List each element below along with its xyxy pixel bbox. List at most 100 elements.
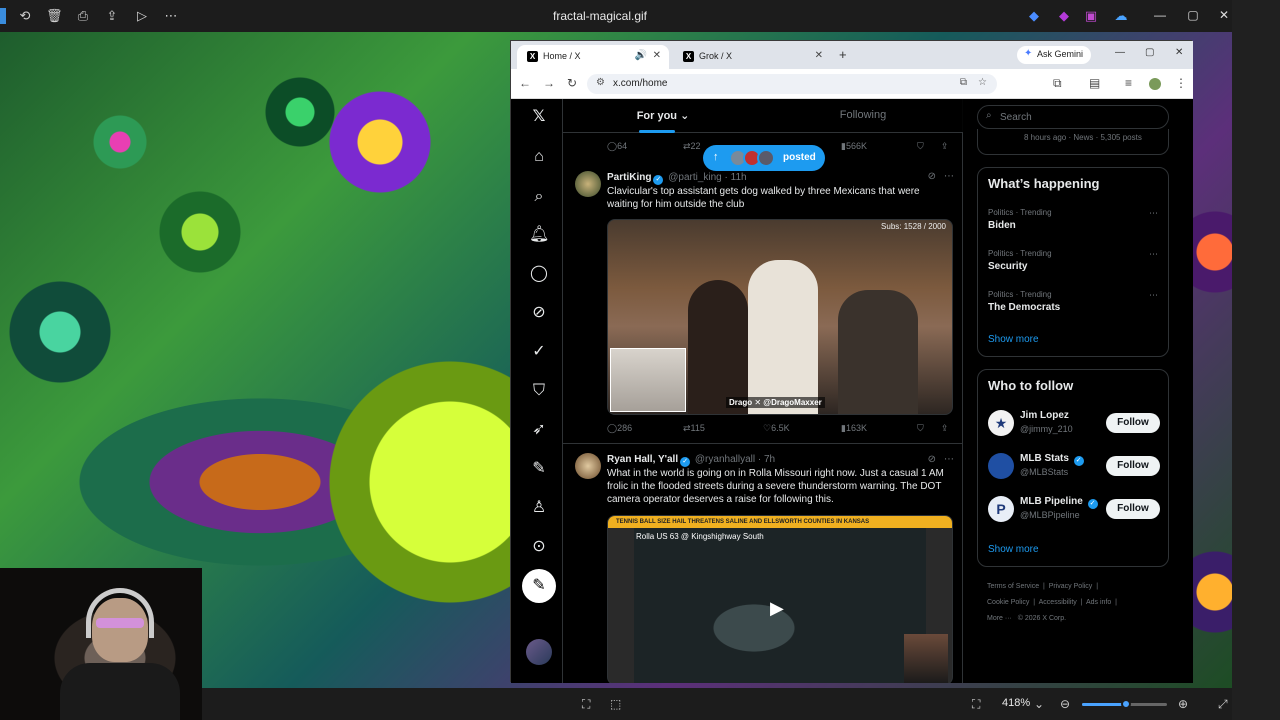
author-name[interactable]: PartiKing xyxy=(607,172,651,183)
x-home-logo-icon[interactable]: 𝕏 xyxy=(529,107,549,127)
show-more-link[interactable]: Show more xyxy=(988,334,1039,345)
follow-button[interactable]: Follow xyxy=(1106,413,1160,433)
more-icon[interactable]: ⋯ xyxy=(1149,208,1158,219)
articles-icon[interactable]: ✎ xyxy=(529,459,549,479)
tweet-media-video[interactable]: Subs: 1528 / 2000 Drago ✕ @DragoMaxxer xyxy=(607,219,953,415)
speaker-icon[interactable]: 🔊 xyxy=(635,50,647,61)
repost-button[interactable]: ⇄ 22 xyxy=(683,141,701,152)
sidepanel-icon[interactable]: ▤ xyxy=(1089,76,1100,90)
rocket-icon[interactable]: ➶ xyxy=(529,420,549,440)
footer-link[interactable]: More ··· xyxy=(987,615,1012,622)
search-input[interactable]: ⌕ Search xyxy=(977,105,1169,129)
home-icon[interactable]: ⌂ xyxy=(529,147,549,167)
more-circle-icon[interactable]: ⊙ xyxy=(529,537,549,557)
select-icon[interactable]: ⬚ xyxy=(610,697,621,711)
grok-icon[interactable]: ⊘ xyxy=(529,303,549,323)
avatar[interactable]: ★ xyxy=(988,410,1014,436)
repost-button[interactable]: ⇄ 115 xyxy=(683,423,705,434)
bookmarks-icon[interactable]: ⛉ xyxy=(529,381,549,401)
edit-app-icon[interactable]: ◆ xyxy=(1026,8,1042,24)
print-icon[interactable]: ⎙ xyxy=(75,8,91,24)
forward-icon[interactable]: → xyxy=(543,76,555,90)
tab-grok-x[interactable]: X Grok / X ✕ xyxy=(673,45,831,69)
url-field[interactable]: ⚙ x.com/home ⧉ ☆ xyxy=(587,74,997,94)
media-icon[interactable]: ≡ xyxy=(1125,76,1132,90)
maximize-button[interactable]: ▢ xyxy=(1185,8,1201,22)
new-tab-button[interactable]: + xyxy=(839,47,847,62)
avatar[interactable] xyxy=(575,171,601,197)
rotate-icon[interactable]: ⟲ xyxy=(17,8,33,24)
share-icon[interactable]: ⇪ xyxy=(941,141,949,152)
minimize-button[interactable]: — xyxy=(1152,8,1168,22)
footer-link[interactable]: Ads info xyxy=(1086,599,1111,606)
profile-avatar[interactable] xyxy=(1149,78,1161,90)
install-icon[interactable]: ⧉ xyxy=(960,77,967,88)
browser-close-button[interactable]: ✕ xyxy=(1175,47,1183,58)
crop-icon[interactable]: ⛶ xyxy=(582,697,590,712)
close-icon[interactable]: ✕ xyxy=(653,50,661,61)
news-card-partial[interactable]: 8 hours ago · News · 5,305 posts xyxy=(977,129,1169,155)
zoom-out-icon[interactable]: ⊖ xyxy=(1060,697,1070,711)
copilot-icon[interactable]: ◆ xyxy=(1056,8,1072,24)
close-button[interactable]: ✕ xyxy=(1216,8,1232,22)
fit-icon[interactable]: ⛶ xyxy=(972,697,980,712)
share-icon[interactable]: ⇪ xyxy=(941,423,949,434)
footer-link[interactable]: Accessibility xyxy=(1039,599,1077,606)
views-button[interactable]: ▮ 566K xyxy=(841,141,867,152)
grok-action-icon[interactable]: ⊘ xyxy=(928,171,936,182)
bookmark-icon[interactable]: ⛉ xyxy=(917,141,924,152)
account-avatar[interactable] xyxy=(526,639,552,665)
views-button[interactable]: ▮ 163K xyxy=(841,423,867,434)
chevron-down-icon[interactable]: ⌄ xyxy=(1034,697,1044,711)
back-icon[interactable]: ← xyxy=(519,76,531,90)
follow-button[interactable]: Follow xyxy=(1106,499,1160,519)
slideshow-icon[interactable]: ▷ xyxy=(134,8,150,24)
author-name[interactable]: Ryan Hall, Y'all xyxy=(607,454,678,465)
tab-following[interactable]: Following xyxy=(823,109,903,121)
reply-button[interactable]: ◯ 286 xyxy=(607,423,632,434)
avatar[interactable] xyxy=(988,453,1014,479)
extensions-icon[interactable]: ⧉ xyxy=(1053,76,1062,91)
delete-icon[interactable]: 🗑 xyxy=(46,8,63,24)
fullscreen-icon[interactable]: ⤢ xyxy=(1218,697,1228,712)
bookmark-star-icon[interactable]: ☆ xyxy=(978,77,987,88)
messages-icon[interactable]: ◯ xyxy=(529,264,549,284)
reload-icon[interactable]: ↻ xyxy=(567,76,577,90)
author-handle[interactable]: @parti_king xyxy=(668,172,722,183)
more-icon[interactable]: ⋯ xyxy=(163,8,179,24)
zoom-level[interactable]: 418% xyxy=(1002,697,1030,709)
tab-home-x[interactable]: X Home / X 🔊 ✕ xyxy=(517,45,669,69)
compose-button[interactable]: ✎ xyxy=(522,569,556,603)
more-icon[interactable]: ⋯ xyxy=(1149,290,1158,301)
zoom-slider[interactable] xyxy=(1082,699,1167,709)
browser-maximize-button[interactable]: ▢ xyxy=(1145,47,1154,58)
menu-icon[interactable]: ⋮ xyxy=(1175,76,1187,90)
author-handle[interactable]: @ryanhallyall xyxy=(695,454,755,465)
cloud-icon[interactable]: ☁ xyxy=(1113,8,1129,24)
explore-icon[interactable]: ⌕ xyxy=(529,187,549,207)
verified-icon[interactable]: ✓ xyxy=(529,342,549,362)
photos-icon[interactable]: ▣ xyxy=(1083,8,1099,24)
grok-action-icon[interactable]: ⊘ xyxy=(928,454,936,465)
more-icon[interactable]: ⋯ xyxy=(944,171,954,182)
site-info-icon[interactable]: ⚙ xyxy=(596,77,605,88)
like-button[interactable]: ♡ 6.5K xyxy=(763,423,790,434)
zoom-in-icon[interactable]: ⊕ xyxy=(1178,697,1188,711)
footer-link[interactable]: Cookie Policy xyxy=(987,599,1029,606)
tab-for-you[interactable]: For you ⌄ xyxy=(623,109,703,122)
avatar[interactable] xyxy=(575,453,601,479)
tweet-media-video[interactable]: TENNIS BALL SIZE HAIL THREATENS SALINE A… xyxy=(607,515,953,683)
footer-link[interactable]: Terms of Service xyxy=(987,583,1039,590)
ask-gemini-button[interactable]: ✦ Ask Gemini xyxy=(1017,46,1092,64)
tweet-time[interactable]: · 11h xyxy=(725,172,747,183)
bookmark-icon[interactable]: ⛉ xyxy=(917,423,924,434)
more-icon[interactable]: ⋯ xyxy=(1149,249,1158,260)
play-icon[interactable]: ▶ xyxy=(770,598,784,619)
follow-button[interactable]: Follow xyxy=(1106,456,1160,476)
new-posts-pill[interactable]: ↑ posted xyxy=(703,145,825,171)
tweet-time[interactable]: · 7h xyxy=(758,454,775,465)
footer-link[interactable]: Privacy Policy xyxy=(1049,583,1093,590)
zoom-slider-thumb[interactable] xyxy=(1121,699,1132,709)
notifications-icon[interactable]: 🔔︎ xyxy=(529,225,549,245)
show-more-link[interactable]: Show more xyxy=(988,544,1039,555)
